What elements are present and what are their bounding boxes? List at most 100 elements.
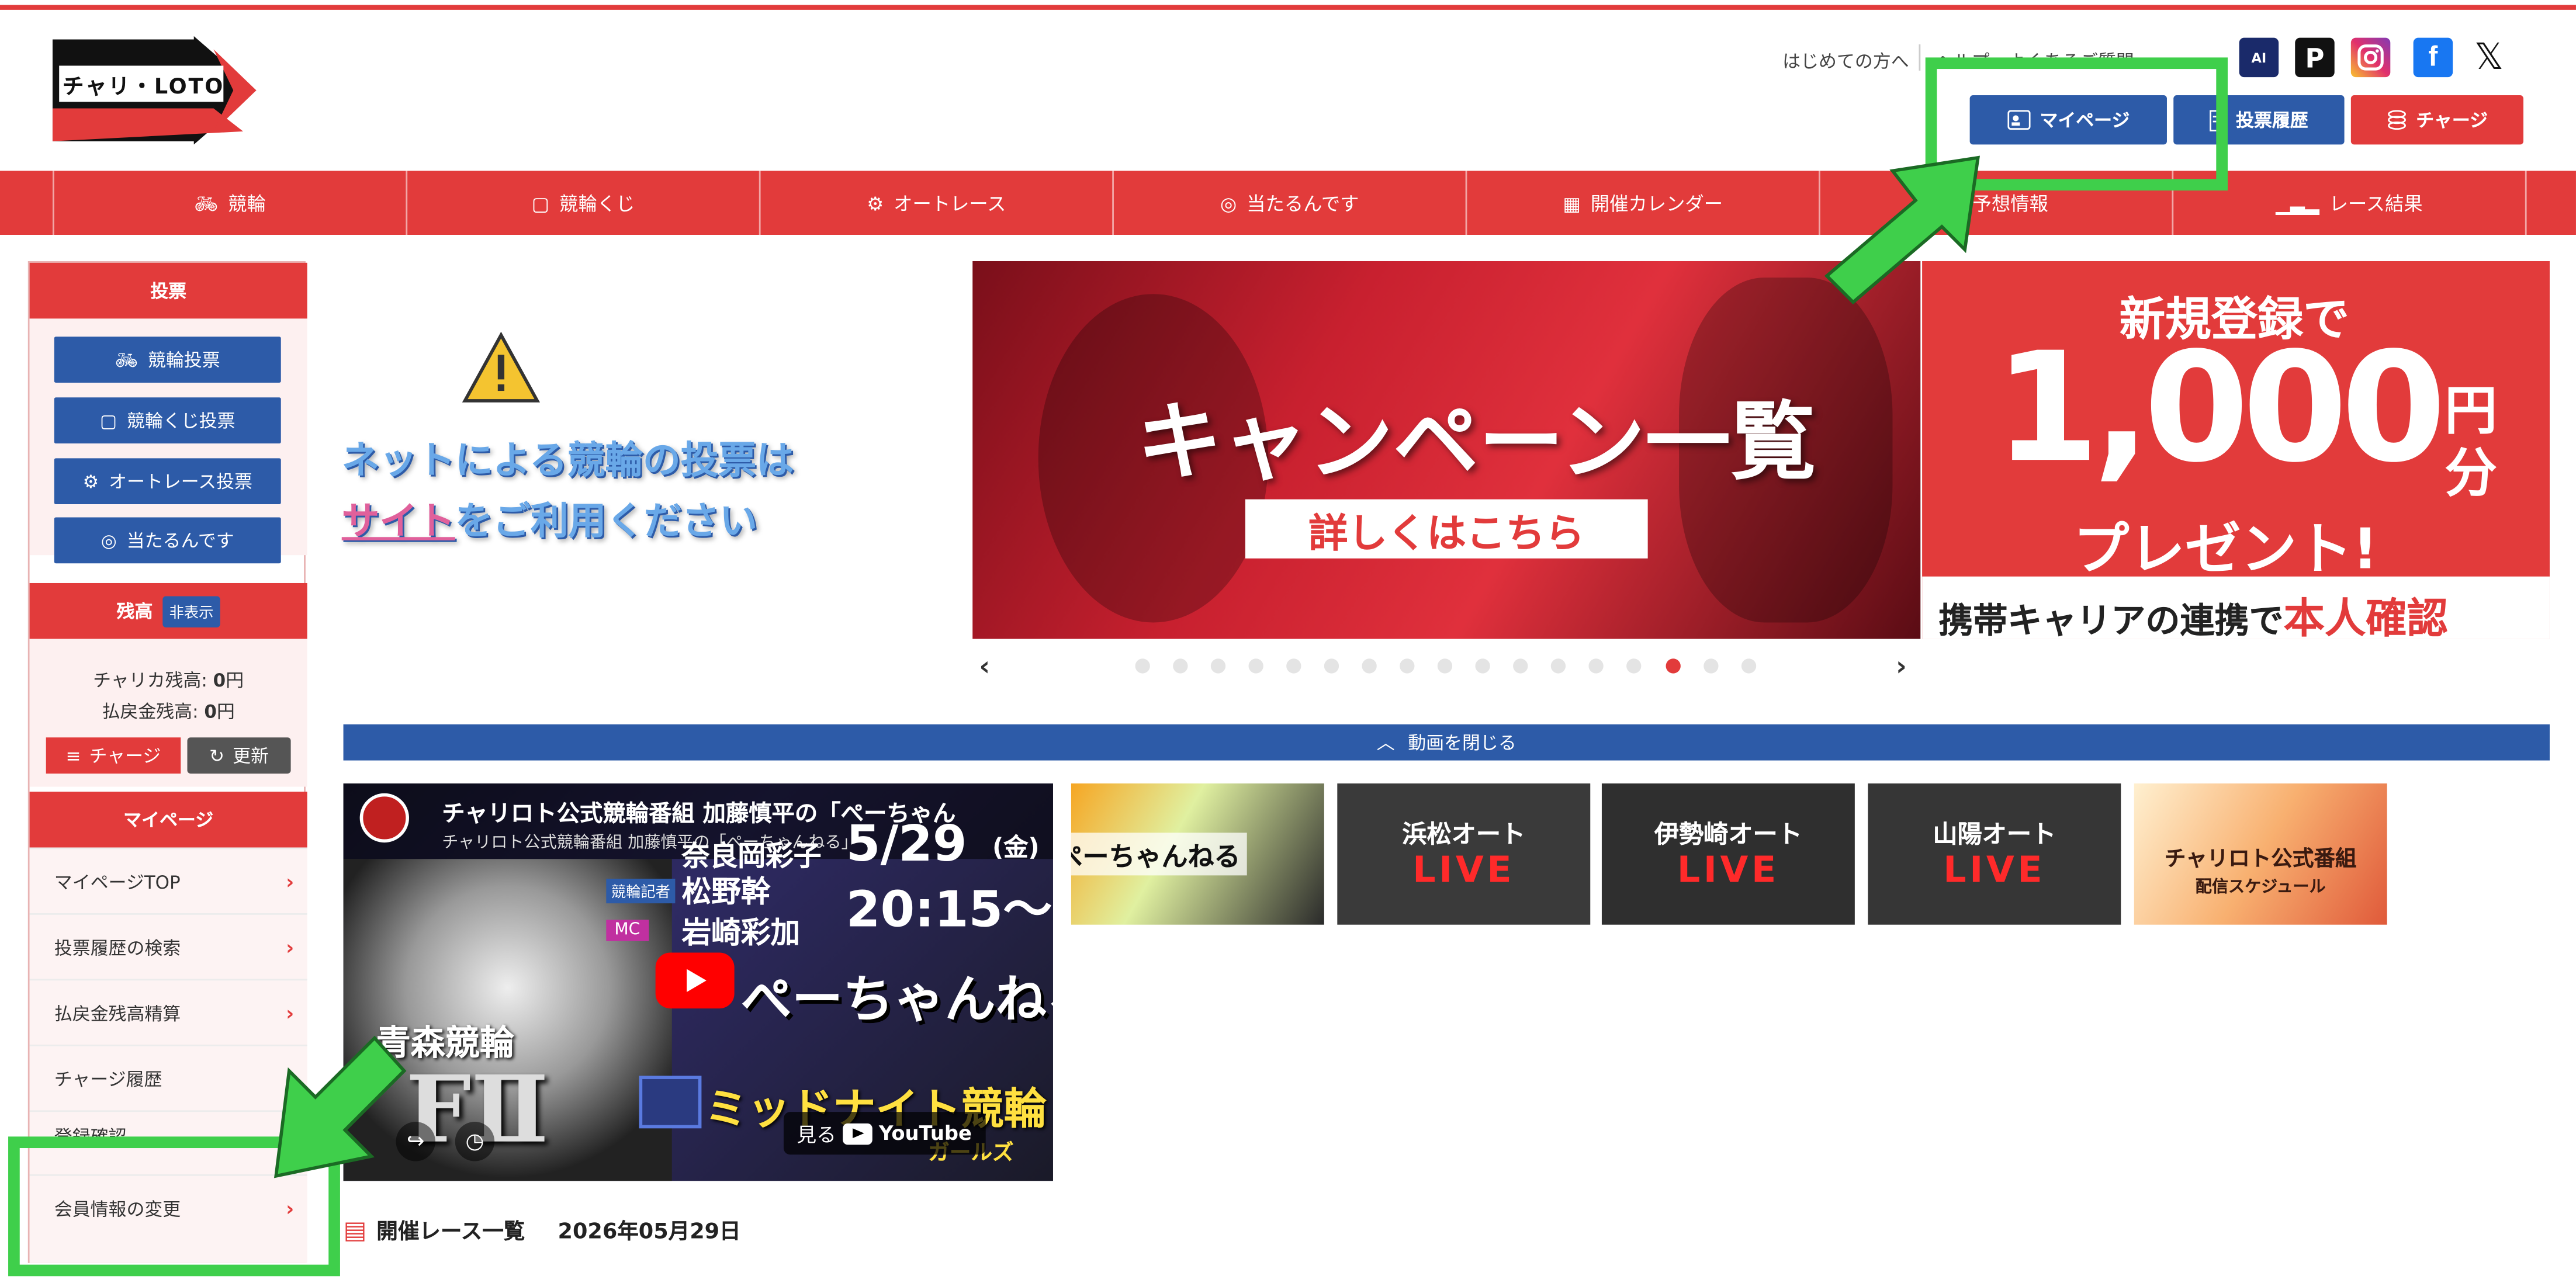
nav-item-label: 当たるんです — [1247, 191, 1359, 214]
nav-item-label: レース結果 — [2329, 191, 2423, 214]
sidebar-charge-button[interactable]: ≡ チャージ — [46, 737, 181, 774]
thumbnail-isesaki[interactable]: 伊勢崎オート LIVE — [1601, 783, 1855, 925]
carousel-dot[interactable] — [1324, 658, 1339, 674]
carousel-dot[interactable] — [1550, 658, 1566, 674]
atarun-vote-label: 当たるんです — [126, 530, 234, 552]
carousel-dot[interactable] — [1741, 658, 1757, 674]
carousel-next-button[interactable]: › — [1896, 650, 1907, 681]
atarun-vote-button[interactable]: ◎ 当たるんです — [54, 517, 281, 564]
carousel-dot[interactable] — [1400, 658, 1415, 674]
instagram-glyph — [2357, 44, 2384, 71]
carousel-dot[interactable] — [1248, 658, 1263, 674]
close-video-bar[interactable]: ︿ 動画を閉じる — [343, 724, 2550, 761]
keirin-vote-button[interactable]: 🚲︎ 競輪投票 — [54, 337, 281, 383]
carousel-dot[interactable] — [1626, 658, 1642, 674]
carousel-dot[interactable] — [1513, 658, 1528, 674]
broadcast-date: 5/29 — [846, 816, 967, 874]
menu-mypage-top[interactable]: マイページTOP › — [29, 847, 307, 913]
thumbnail-sanyo[interactable]: 山陽オート LIVE — [1868, 783, 2121, 925]
nav-item-calendar[interactable]: ▦ 開催カレンダー — [1467, 171, 1820, 235]
carousel-dot[interactable] — [1210, 658, 1226, 674]
nav-item-keirin[interactable]: 🚲︎ 競輪 — [54, 171, 408, 235]
autorace-vote-button[interactable]: ⚙︎ オートレース投票 — [54, 458, 281, 505]
thumbnail-hamamatsu[interactable]: 浜松オート LIVE — [1337, 783, 1591, 925]
keirin-vote-label: 競輪投票 — [147, 349, 220, 372]
p-icon[interactable]: P — [2295, 37, 2335, 78]
nav-item-keirin-kuji[interactable]: ▢ 競輪くじ — [407, 171, 761, 235]
ai-keirin-icon[interactable]: AI — [2239, 37, 2279, 78]
top-accent-line — [0, 5, 2576, 10]
menu-item-label: チャージ履歴 — [54, 1068, 162, 1090]
logo-text: チャリ・LOTO — [62, 75, 225, 100]
coins-icon: ≡ — [65, 744, 81, 767]
carousel-dot[interactable] — [1135, 658, 1150, 674]
charge-button-label: チャージ — [2416, 110, 2488, 131]
clock-icon[interactable]: ◷ — [455, 1122, 495, 1161]
header-divider — [1919, 44, 1921, 71]
x-icon[interactable]: 𝕏 — [2469, 36, 2509, 78]
thumbnail-pechannel[interactable]: ぺーちゃんねる — [1071, 783, 1324, 925]
signup-line4: 携帯キャリアの連携で本人確認 — [1938, 587, 2448, 639]
signup-unit-bottom: 分 — [2445, 442, 2498, 505]
watch-on-label: 見る — [797, 1122, 836, 1146]
coins-icon — [2387, 110, 2406, 130]
signup-line4-b: 本人確認 — [2283, 594, 2448, 639]
carousel-dot[interactable] — [1173, 658, 1188, 674]
thumbnail-title: ぺーちゃんねる — [1071, 833, 1247, 876]
signup-banner[interactable]: 新規登録で 1,000 円 分 プレゼント! 携帯キャリアの連携で本人確認 — [1922, 261, 2550, 639]
youtube-video[interactable]: チャリロト公式競輪番組 加藤慎平の「ぺーちゃん チャリロト公式競輪番組 加藤慎平… — [343, 783, 1053, 1181]
refresh-button[interactable]: ↻ 更新 — [187, 737, 291, 774]
nav-item-autorace[interactable]: ⚙︎ オートレース — [761, 171, 1114, 235]
carousel-dot[interactable] — [1286, 658, 1301, 674]
instagram-icon[interactable] — [2350, 37, 2391, 78]
nav-spacer — [0, 171, 54, 235]
refund-unit: 円 — [216, 701, 235, 723]
document-icon: ▤ — [343, 1214, 367, 1244]
balance-heading-label: 残高 — [116, 601, 153, 623]
carousel-dot[interactable] — [1704, 658, 1719, 674]
chariqa-balance: チャリカ残高: 0円 — [30, 667, 307, 693]
platform-label: YouTube — [879, 1122, 972, 1145]
carousel-dot[interactable] — [1475, 658, 1490, 674]
ticket-icon: ▢ — [99, 410, 117, 431]
nav-item-label: 競輪 — [228, 191, 266, 214]
watch-on-youtube-button[interactable]: 見る YouTube — [783, 1112, 985, 1155]
race-list-date: 2026年05月29日 — [558, 1220, 741, 1245]
thumbnail-title: 浜松オート — [1402, 819, 1526, 849]
target-icon: ◎ — [101, 529, 117, 552]
site-link[interactable]: サイト — [342, 501, 455, 543]
site-logo[interactable]: チャリ・LOTO — [49, 36, 259, 145]
carousel-prev-button[interactable]: ‹ — [979, 650, 990, 681]
guest-role: 競輪記者 — [606, 878, 676, 904]
close-video-label: 動画を閉じる — [1408, 732, 1516, 754]
page: チャリ・LOTO はじめての方へ ヘルプ・よくあるご質問 AI P f 𝕏 マイ… — [0, 0, 2576, 1283]
carousel-dot[interactable] — [1362, 658, 1377, 674]
mypage-heading: マイページ — [29, 791, 307, 848]
channel-avatar[interactable] — [359, 793, 409, 843]
refund-balance: 払戻金残高: 0円 — [30, 698, 307, 724]
thumbnail-title: 伊勢崎オート — [1654, 819, 1802, 849]
facebook-icon[interactable]: f — [2413, 37, 2453, 78]
chevron-up-icon: ︿ — [1376, 732, 1395, 754]
first-time-link[interactable]: はじめての方へ — [1782, 48, 1909, 74]
motorbike-icon: ⚙︎ — [82, 470, 99, 492]
menu-vote-history-search[interactable]: 投票履歴の検索 › — [29, 913, 307, 979]
nav-item-atarun[interactable]: ◎ 当たるんです — [1114, 171, 1467, 235]
signup-line3: プレゼント! — [2073, 517, 2378, 583]
mc-role: MC — [606, 920, 649, 941]
carousel-dot-active[interactable] — [1666, 658, 1681, 674]
nav-item-label: 開催カレンダー — [1590, 191, 1723, 214]
balance-toggle-button[interactable]: 非表示 — [162, 595, 220, 627]
chariqa-label: チャリカ残高: — [93, 670, 207, 692]
charge-button[interactable]: チャージ — [2350, 95, 2524, 145]
carousel-dot[interactable] — [1588, 658, 1604, 674]
keirin-kuji-vote-button[interactable]: ▢ 競輪くじ投票 — [54, 397, 281, 444]
campaign-banner[interactable]: キャンペーン一覧 詳しくはこちら — [972, 261, 1921, 639]
youtube-play-button[interactable] — [655, 952, 735, 1009]
campaign-cta[interactable]: 詳しくはこちら — [1245, 499, 1648, 559]
autorace-vote-label: オートレース投票 — [109, 471, 252, 493]
thumbnail-title: 山陽オート — [1933, 819, 2056, 849]
thumbnail-schedule[interactable]: チャリロト公式番組 配信スケジュール — [2134, 783, 2387, 925]
carousel-dot[interactable] — [1437, 658, 1453, 674]
podium-icon: ▁▃▂ — [2276, 191, 2319, 214]
